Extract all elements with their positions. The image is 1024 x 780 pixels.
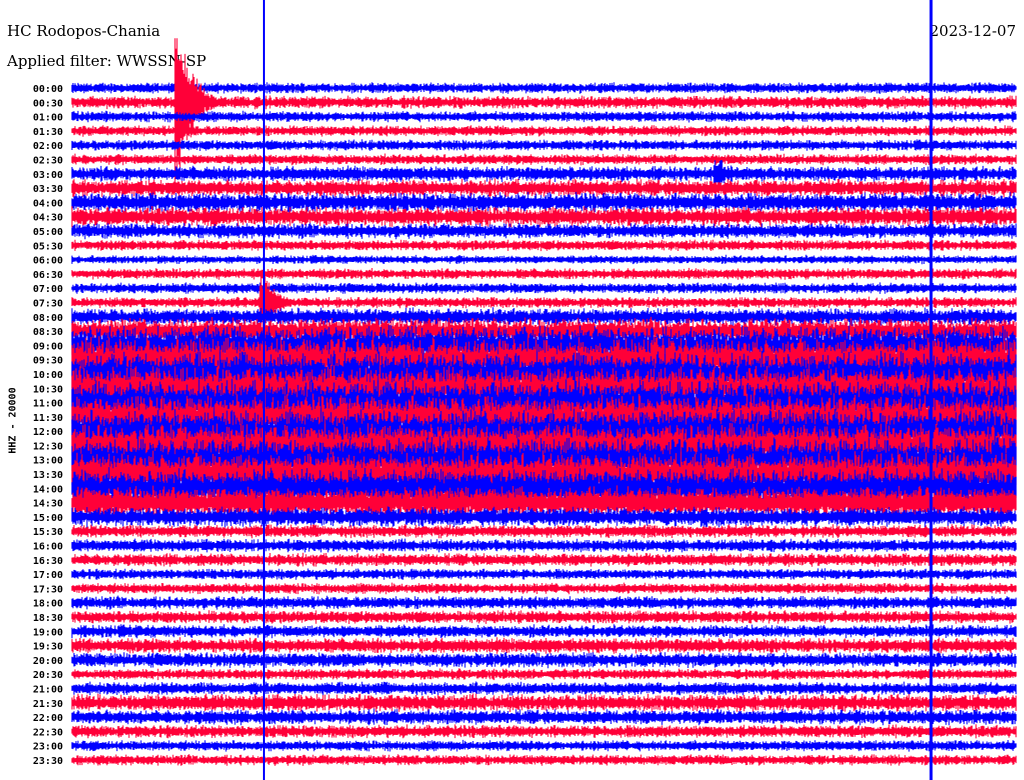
helicorder-plot: 00:00 00:30 01:00 01:30 02:00 02:30 03:00 03:30… <box>33 0 1017 780</box>
row-time-label: 00:00 <box>33 84 63 95</box>
row-time-label: 18:30 <box>33 613 63 624</box>
row-time-label: 22:30 <box>33 727 63 738</box>
trace-row-0200 <box>71 139 1017 151</box>
row-time-label: 21:00 <box>33 685 63 696</box>
row-time-label: 00:30 <box>33 98 63 109</box>
row-time-label: 23:00 <box>33 742 63 753</box>
trace-row-0630 <box>71 267 1017 280</box>
row-time-label: 17:30 <box>33 584 63 595</box>
trace-row-1600 <box>71 538 1017 553</box>
row-time-label: 05:30 <box>33 241 63 252</box>
row-time-label: 11:30 <box>33 413 63 424</box>
trace-row-1730 <box>71 582 1017 595</box>
row-time-label: 09:00 <box>33 341 63 352</box>
row-time-label: 16:30 <box>33 556 63 567</box>
row-time-label: 15:00 <box>33 513 63 524</box>
row-time-label: 17:00 <box>33 570 63 581</box>
row-time-label: 20:00 <box>33 656 63 667</box>
row-time-label: 05:00 <box>33 227 63 238</box>
row-time-label: 16:00 <box>33 542 63 553</box>
row-time-label: 11:00 <box>33 399 63 410</box>
trace-row-1900 <box>71 624 1017 639</box>
row-time-label: 23:30 <box>33 756 63 767</box>
trace-row-0600 <box>71 254 1017 265</box>
row-time-label: 08:30 <box>33 327 63 338</box>
row-time-label: 14:30 <box>33 499 63 510</box>
trace-row-0100 <box>71 110 1017 123</box>
row-time-label: 12:00 <box>33 427 63 438</box>
trace-row-1630 <box>71 552 1017 567</box>
row-time-label: 01:00 <box>33 113 63 124</box>
row-time-label: 06:30 <box>33 270 63 281</box>
row-time-label: 01:30 <box>33 127 63 138</box>
row-time-label: 02:30 <box>33 155 63 166</box>
row-time-label: 10:00 <box>33 370 63 381</box>
trace-row-1930 <box>71 637 1017 654</box>
row-time-label: 07:30 <box>33 298 63 309</box>
row-time-label: 12:30 <box>33 441 63 452</box>
row-time-label: 19:00 <box>33 627 63 638</box>
row-time-label: 18:00 <box>33 599 63 610</box>
trace-row-2330 <box>71 754 1017 766</box>
row-time-label: 09:30 <box>33 356 63 367</box>
trace-row-0000 <box>71 82 1017 94</box>
row-time-label: 14:00 <box>33 484 63 495</box>
trace-row-1800 <box>71 595 1017 610</box>
trace-row-1830 <box>71 610 1017 624</box>
row-time-label: 02:00 <box>33 141 63 152</box>
row-time-label: 03:30 <box>33 184 63 195</box>
row-time-label: 10:30 <box>33 384 63 395</box>
trace-row-2200 <box>71 708 1017 726</box>
row-time-label: 19:30 <box>33 642 63 653</box>
trace-row-2230 <box>71 724 1017 739</box>
trace-row-0130 <box>71 125 1017 137</box>
row-time-label: 13:00 <box>33 456 63 467</box>
row-time-label: 04:00 <box>33 198 63 209</box>
trace-row-2030 <box>71 668 1017 681</box>
row-time-label: 15:30 <box>33 527 63 538</box>
trace-row-2000 <box>71 651 1017 669</box>
trace-row-0700 <box>71 282 1017 295</box>
trace-row-0230 <box>71 153 1017 166</box>
row-time-label: 04:30 <box>33 213 63 224</box>
trace-row-0530 <box>71 239 1017 252</box>
row-time-label: 03:00 <box>33 170 63 181</box>
row-time-label: 21:30 <box>33 699 63 710</box>
trace-row-2130 <box>71 693 1017 713</box>
row-time-label: 20:30 <box>33 670 63 681</box>
trace-row-2300 <box>71 739 1017 752</box>
trace-row-1700 <box>71 568 1017 580</box>
row-time-label: 08:00 <box>33 313 63 324</box>
row-time-label: 13:30 <box>33 470 63 481</box>
trace-row-1530 <box>71 524 1017 539</box>
trace-row-2100 <box>71 681 1017 696</box>
row-time-label: 07:00 <box>33 284 63 295</box>
row-time-label: 06:00 <box>33 256 63 267</box>
row-time-label: 22:00 <box>33 713 63 724</box>
